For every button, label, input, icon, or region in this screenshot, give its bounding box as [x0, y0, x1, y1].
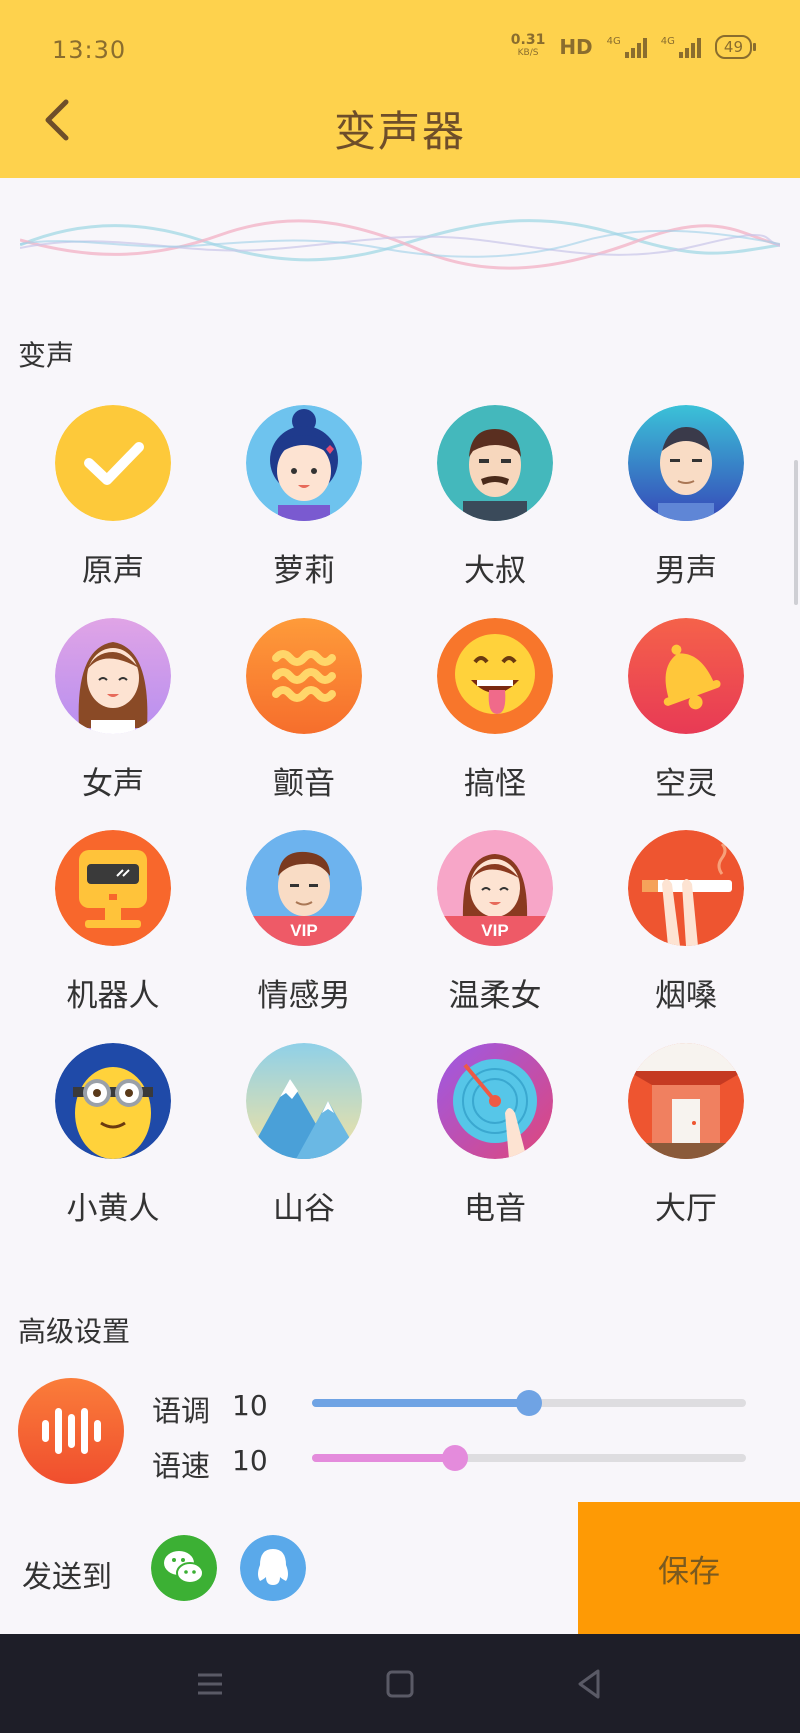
- voice-gentle-female[interactable]: VIP 温柔女: [415, 830, 575, 1030]
- home-icon[interactable]: [380, 1664, 420, 1704]
- pitch-slider-fill: [312, 1399, 529, 1407]
- voice-smoky[interactable]: 烟嗓: [606, 830, 766, 1030]
- pitch-slider[interactable]: [312, 1390, 746, 1416]
- voice-hall[interactable]: 大厅: [606, 1043, 766, 1243]
- speed-slider-thumb[interactable]: [442, 1445, 468, 1471]
- tremolo-waves-icon: [246, 618, 362, 734]
- voice-electronic[interactable]: 电音: [415, 1043, 575, 1243]
- voice-label: 空灵: [655, 766, 717, 802]
- svg-text:VIP: VIP: [290, 921, 317, 940]
- female-avatar-icon: [55, 618, 171, 734]
- voice-label: 温柔女: [448, 978, 542, 1014]
- voice-female[interactable]: 女声: [33, 618, 193, 818]
- tongue-emoji-icon: [437, 618, 553, 734]
- voice-label: 搞怪: [464, 766, 526, 802]
- voice-label: 电音: [464, 1191, 526, 1227]
- minion-icon: [55, 1043, 171, 1159]
- voice-label: 机器人: [66, 978, 160, 1014]
- pitch-label: 语调: [152, 1394, 211, 1428]
- voice-loli[interactable]: 萝莉: [224, 405, 384, 605]
- vinyl-record-icon: [437, 1043, 553, 1159]
- male-avatar-icon: [628, 405, 744, 521]
- svg-text:VIP: VIP: [481, 921, 508, 940]
- scrollbar[interactable]: [794, 460, 798, 605]
- pitch-value: 10: [232, 1389, 268, 1422]
- voice-funny[interactable]: 搞怪: [415, 618, 575, 818]
- voice-label: 女声: [82, 766, 144, 802]
- audio-bars-icon[interactable]: [18, 1378, 124, 1484]
- net-speed: 0.31 KB/S: [510, 32, 546, 58]
- signal-icon: 4G: [607, 36, 647, 58]
- voice-label: 原声: [82, 553, 144, 589]
- check-icon: [55, 405, 171, 521]
- uncle-avatar-icon: [437, 405, 553, 521]
- hd-indicator: HD: [559, 35, 593, 59]
- loli-avatar-icon: [246, 405, 362, 521]
- mountain-icon: [246, 1043, 362, 1159]
- robot-icon: [55, 830, 171, 946]
- menu-icon[interactable]: [190, 1664, 230, 1704]
- voice-minion[interactable]: 小黄人: [33, 1043, 193, 1243]
- battery-icon: 49: [714, 35, 757, 59]
- speed-value: 10: [232, 1444, 268, 1477]
- emotional-male-avatar-icon: VIP: [246, 830, 362, 946]
- voice-robot[interactable]: 机器人: [33, 830, 193, 1030]
- voice-valley[interactable]: 山谷: [224, 1043, 384, 1243]
- voice-label: 男声: [655, 553, 717, 589]
- signal-icon-2: 4G: [661, 36, 701, 58]
- speed-label: 语速: [152, 1449, 211, 1483]
- qq-icon[interactable]: [240, 1535, 306, 1601]
- speed-slider[interactable]: [312, 1445, 746, 1471]
- voice-label: 颤音: [273, 766, 335, 802]
- voice-label: 大叔: [464, 553, 526, 589]
- voice-ethereal[interactable]: 空灵: [606, 618, 766, 818]
- status-icons: 0.31 KB/S HD 4G 4G 49: [510, 32, 757, 60]
- advanced-settings-title: 高级设置: [18, 1315, 131, 1348]
- voice-emotional-male[interactable]: VIP 情感男: [224, 830, 384, 1030]
- voice-label: 大厅: [655, 1191, 717, 1227]
- wechat-icon[interactable]: [151, 1535, 217, 1601]
- app-header: 13:30 0.31 KB/S HD 4G 4G 49 变声器: [0, 0, 800, 178]
- voice-label: 小黄人: [66, 1191, 160, 1227]
- voice-label: 山谷: [273, 1191, 335, 1227]
- voice-label: 烟嗓: [655, 978, 717, 1014]
- save-button[interactable]: 保存: [578, 1502, 800, 1634]
- voice-uncle[interactable]: 大叔: [415, 405, 575, 605]
- speed-slider-fill: [312, 1454, 455, 1462]
- voice-tremolo[interactable]: 颤音: [224, 618, 384, 818]
- voice-label: 萝莉: [273, 553, 335, 589]
- voice-male[interactable]: 男声: [606, 405, 766, 605]
- bell-icon: [628, 618, 744, 734]
- hall-door-icon: [628, 1043, 744, 1159]
- voice-label: 情感男: [257, 978, 351, 1014]
- system-nav-bar: [0, 1634, 800, 1733]
- waveform-graphic: [20, 219, 780, 270]
- page-title: 变声器: [333, 107, 466, 156]
- pitch-slider-thumb[interactable]: [516, 1390, 542, 1416]
- voice-original[interactable]: 原声: [33, 405, 193, 605]
- back-icon[interactable]: [570, 1664, 610, 1704]
- cigarette-icon: [628, 830, 744, 946]
- send-to-label: 发送到: [22, 1560, 112, 1595]
- status-time: 13:30: [52, 36, 127, 64]
- gentle-female-avatar-icon: VIP: [437, 830, 553, 946]
- voice-section-title: 变声: [18, 339, 75, 372]
